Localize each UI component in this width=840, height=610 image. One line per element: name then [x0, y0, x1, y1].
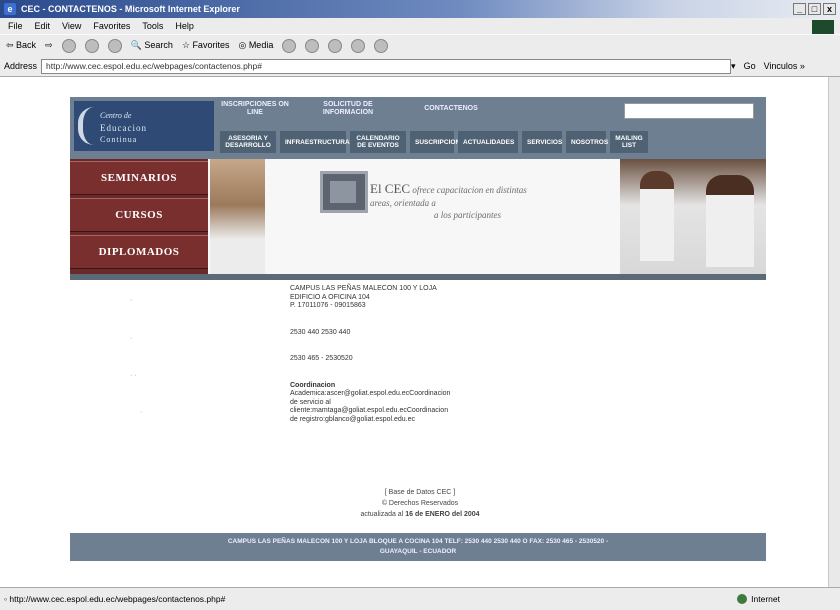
site-container: Centro de Educacion Continua INSCRIPCION…	[70, 97, 766, 280]
email-registro-link[interactable]: de registro:gblanco@goliat.espol.edu.ec	[290, 416, 550, 425]
subnav-asesoria[interactable]: ASESORIA Y DESARROLLO	[220, 131, 276, 153]
title-bar: e CEC - CONTACTENOS - Microsoft Internet…	[0, 0, 840, 18]
forward-button[interactable]: ⇨	[45, 40, 53, 51]
page-viewport: Centro de Educacion Continua INSCRIPCION…	[0, 77, 828, 587]
ie-logo-icon: e	[4, 3, 16, 15]
updated-text: actualizada al 16 de ENERO del 2004	[360, 511, 480, 518]
page-footer: [ Base de Datos CEC ] © Derechos Reserva…	[330, 487, 510, 520]
banner: SEMINARIOS CURSOS DIPLOMADOS El CEC ofre…	[70, 159, 766, 274]
window-controls: _ □ x	[793, 3, 836, 15]
copyright-text: © Derechos Reservados	[381, 500, 459, 507]
sub-nav: ASESORIA Y DESARROLLO INFRAESTRUCTURA CA…	[220, 131, 648, 153]
site-header: Centro de Educacion Continua INSCRIPCION…	[70, 97, 766, 159]
media-button[interactable]: ◎ Media	[238, 40, 273, 51]
subnav-infraestructura[interactable]: INFRAESTRUCTURA	[280, 131, 350, 153]
person-figure	[706, 175, 754, 267]
menu-bar: File Edit View Favorites Tools Help	[0, 18, 840, 34]
edit-icon[interactable]	[351, 38, 366, 53]
database-link[interactable]: [ Base de Datos CEC ]	[330, 487, 510, 498]
security-zone: Internet	[737, 594, 780, 604]
menu-seminarios[interactable]: SEMINARIOS	[70, 161, 208, 195]
menu-diplomados[interactable]: DIPLOMADOS	[70, 235, 208, 269]
subnav-nosotros[interactable]: NOSOTROS	[566, 131, 608, 153]
address-dropdown-icon[interactable]: ▾	[731, 61, 736, 72]
vertical-scrollbar[interactable]	[828, 77, 840, 587]
status-bar: ◦ http://www.cec.espol.edu.ec/webpages/c…	[0, 587, 840, 610]
cec-logo[interactable]: Centro de Educacion Continua	[74, 101, 214, 151]
windows-logo-icon	[812, 20, 834, 34]
minimize-button[interactable]: _	[793, 3, 806, 15]
menu-favorites[interactable]: Favorites	[93, 21, 130, 31]
address-bar: Address http://www.cec.espol.edu.ec/webp…	[0, 56, 840, 77]
email-academica-link[interactable]: Academica:ascer@goliat.espol.edu.ecCoord…	[290, 390, 550, 399]
address-label: Address	[4, 61, 38, 71]
go-button[interactable]: Go	[744, 61, 756, 71]
logo-mark-icon	[78, 107, 94, 145]
links-button[interactable]: Vinculos »	[764, 61, 805, 71]
search-button[interactable]: 🔍 Search	[131, 40, 173, 51]
menu-file[interactable]: File	[8, 21, 23, 31]
menu-tools[interactable]: Tools	[142, 21, 163, 31]
mail-icon[interactable]	[305, 38, 320, 53]
print-icon[interactable]	[328, 38, 343, 53]
banner-photo-people	[620, 159, 766, 274]
back-button[interactable]: ⇦ Back	[6, 40, 36, 51]
internet-globe-icon	[737, 594, 748, 604]
person-figure	[640, 171, 674, 261]
nav-contactenos[interactable]: CONTACTENOS	[406, 101, 496, 117]
banner-divider	[70, 274, 766, 280]
close-button[interactable]: x	[823, 3, 836, 15]
favorites-button[interactable]: ☆ Favorites	[182, 40, 230, 51]
contact-emails: Coordinacion Academica:ascer@goliat.espo…	[290, 382, 550, 425]
monitor-icon	[320, 171, 368, 213]
contact-phones: 2530 440 2530 440	[290, 328, 351, 336]
contact-info: CAMPUS LAS PEÑAS MALECON 100 Y LOJA EDIF…	[290, 285, 550, 424]
menu-edit[interactable]: Edit	[35, 21, 51, 31]
email-cliente-link[interactable]: cliente:mamtaga@goliat.espol.edu.ecCoord…	[290, 407, 550, 416]
nav-solicitud[interactable]: SOLICITUD DE INFORMACION	[308, 101, 388, 117]
nav-inscripciones[interactable]: INSCRIPCIONES ON LINE	[220, 101, 290, 117]
address-input[interactable]: http://www.cec.espol.edu.ec/webpages/con…	[41, 58, 732, 74]
contact-fax: 2530 465 - 2530520	[290, 355, 353, 362]
left-menu: SEMINARIOS CURSOS DIPLOMADOS	[70, 159, 208, 274]
top-nav: INSCRIPCIONES ON LINE SOLICITUD DE INFOR…	[220, 101, 496, 117]
history-icon[interactable]	[282, 38, 297, 53]
home-icon[interactable]	[107, 38, 122, 53]
toolbar: ⇦ Back ⇨ 🔍 Search ☆ Favorites ◎ Media	[0, 34, 840, 56]
maximize-button[interactable]: □	[808, 3, 821, 15]
menu-help[interactable]: Help	[175, 21, 194, 31]
subnav-servicios[interactable]: SERVICIOS	[522, 131, 562, 153]
subnav-mailing[interactable]: MAILING LIST	[610, 131, 648, 153]
status-url: http://www.cec.espol.edu.ec/webpages/con…	[9, 594, 226, 604]
subnav-actualidades[interactable]: ACTUALIDADES	[458, 131, 518, 153]
messenger-icon[interactable]	[374, 38, 389, 53]
subnav-suscripcion[interactable]: SUSCRIPCION	[410, 131, 460, 153]
window-title: CEC - CONTACTENOS - Microsoft Internet E…	[21, 4, 240, 14]
banner-text: El CEC ofrece capacitacion en distintas …	[370, 181, 527, 220]
bottom-address-band: CAMPUS LAS PEÑAS MALECON 100 Y LOJA BLOQ…	[70, 533, 766, 561]
menu-cursos[interactable]: CURSOS	[70, 198, 208, 232]
site-search-input[interactable]	[624, 103, 754, 119]
subnav-calendario[interactable]: CALENDARIO DE EVENTOS	[350, 131, 406, 153]
contact-address: CAMPUS LAS PEÑAS MALECON 100 Y LOJA EDIF…	[290, 285, 437, 309]
refresh-icon[interactable]	[84, 38, 99, 53]
stop-icon[interactable]	[61, 38, 76, 53]
menu-view[interactable]: View	[62, 21, 81, 31]
banner-photo-woman	[210, 159, 265, 274]
